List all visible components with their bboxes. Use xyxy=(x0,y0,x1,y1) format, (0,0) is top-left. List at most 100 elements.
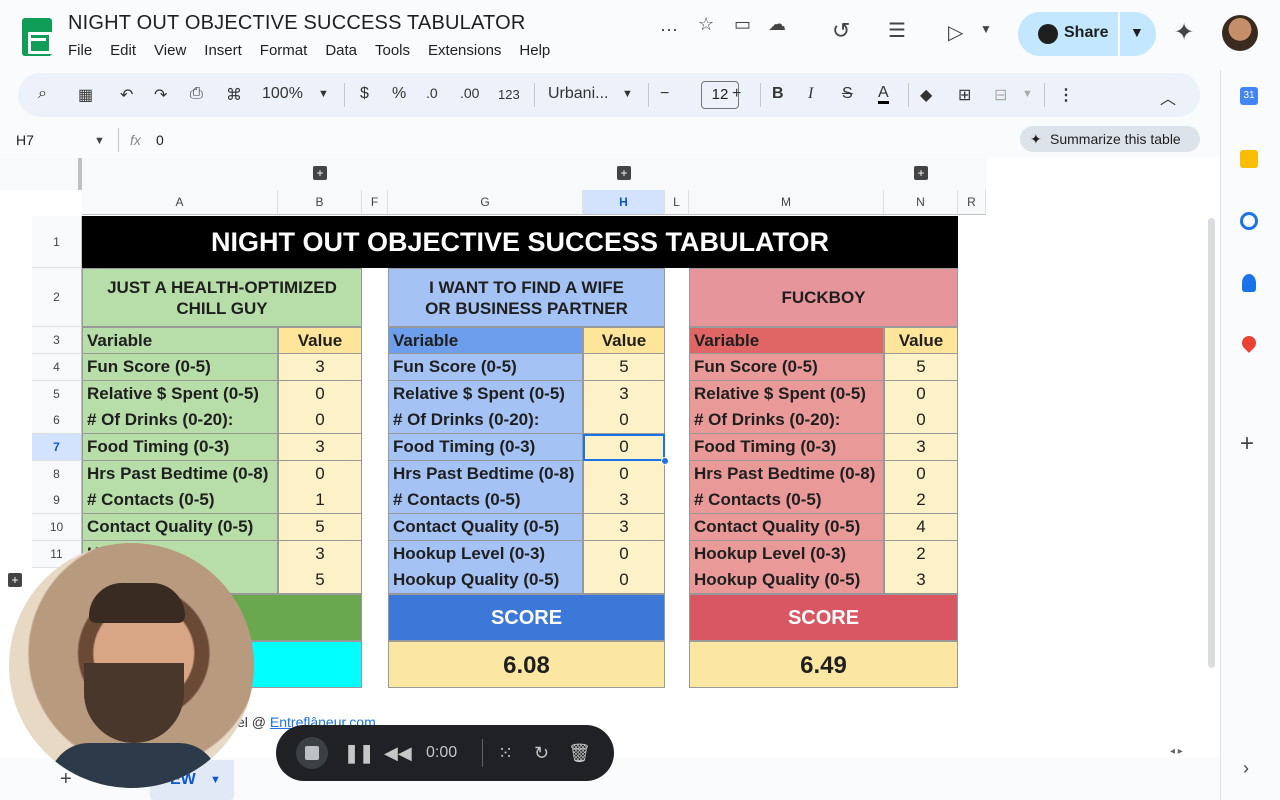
variable-cell[interactable]: Fun Score (0-5) xyxy=(689,354,884,381)
variable-cell[interactable]: Relative $ Spent (0-5) xyxy=(82,381,278,408)
value-cell[interactable]: 0 xyxy=(884,381,958,408)
value-cell[interactable]: 0 xyxy=(583,541,665,568)
variable-cell[interactable]: Hookup Level (0-3) xyxy=(388,541,583,568)
score-value[interactable]: 6.08 xyxy=(388,641,665,688)
value-cell[interactable]: 5 xyxy=(884,354,958,381)
score-label[interactable]: SCORE xyxy=(388,594,665,641)
increase-font-size-icon[interactable]: + xyxy=(732,85,741,103)
variable-cell[interactable]: Hookup Quality (0-5) xyxy=(689,567,884,594)
value-cell[interactable]: 0 xyxy=(884,407,958,434)
strikethrough-button[interactable]: S xyxy=(842,85,853,103)
decrease-font-size-icon[interactable]: − xyxy=(660,85,669,103)
undo-icon[interactable]: ↶ xyxy=(120,85,133,105)
score-value[interactable]: 6.49 xyxy=(689,641,958,688)
variable-cell[interactable]: # Contacts (0-5) xyxy=(689,487,884,514)
sheets-logo-icon[interactable] xyxy=(22,18,52,56)
row-header[interactable]: 3 xyxy=(32,327,82,354)
redo-icon[interactable]: ↷ xyxy=(154,85,167,105)
increase-decimal-button[interactable]: .00 xyxy=(460,85,479,101)
value-cell[interactable]: 3 xyxy=(278,434,362,461)
version-history-icon[interactable]: ↺ xyxy=(832,18,850,44)
value-cell[interactable]: 0 xyxy=(884,461,958,488)
variable-cell[interactable]: Contact Quality (0-5) xyxy=(388,514,583,541)
variable-cell[interactable]: # Of Drinks (0-20): xyxy=(689,407,884,434)
meet-dropdown-icon[interactable]: ▼ xyxy=(980,22,992,36)
value-cell[interactable]: 3 xyxy=(884,434,958,461)
column-header-h[interactable]: H xyxy=(583,190,665,215)
cloud-status-icon[interactable]: ☁ xyxy=(768,14,786,35)
score-label[interactable]: SCORE xyxy=(689,594,958,641)
value-header[interactable]: Value xyxy=(278,327,362,354)
variable-cell[interactable]: Fun Score (0-5) xyxy=(388,354,583,381)
variable-cell[interactable]: Contact Quality (0-5) xyxy=(689,514,884,541)
variable-header[interactable]: Variable xyxy=(82,327,278,354)
formula-input[interactable]: 0 xyxy=(156,132,164,148)
add-addon-icon[interactable]: + xyxy=(1240,430,1254,458)
row-header[interactable]: 6 xyxy=(32,407,82,434)
value-cell[interactable]: 3 xyxy=(583,514,665,541)
variable-cell[interactable]: # Of Drinks (0-20): xyxy=(388,407,583,434)
column-header-f[interactable]: F xyxy=(362,190,388,215)
variable-cell[interactable]: Contact Quality (0-5) xyxy=(82,514,278,541)
table-header-fuckboy[interactable]: FUCKBOY xyxy=(689,268,958,327)
value-cell[interactable]: 2 xyxy=(884,487,958,514)
variable-header[interactable]: Variable xyxy=(388,327,583,354)
expand-group-icon[interactable]: + xyxy=(313,166,327,180)
variable-cell[interactable]: Hrs Past Bedtime (0-8) xyxy=(82,461,278,488)
document-title[interactable]: NIGHT OUT OBJECTIVE SUCCESS TABULATOR xyxy=(68,12,526,35)
merge-cells-icon[interactable]: ⊟ xyxy=(994,85,1007,105)
expand-group-icon[interactable]: + xyxy=(914,166,928,180)
variable-cell[interactable]: Hrs Past Bedtime (0-8) xyxy=(388,461,583,488)
zoom-select[interactable]: 100% xyxy=(262,85,303,103)
percent-format-button[interactable]: % xyxy=(392,85,406,103)
calendar-icon[interactable]: 31 xyxy=(1240,87,1258,105)
sheet-banner-title[interactable]: NIGHT OUT OBJECTIVE SUCCESS TABULATOR xyxy=(82,216,958,268)
column-header-a[interactable]: A xyxy=(82,190,278,215)
value-cell[interactable]: 3 xyxy=(278,541,362,568)
text-color-button[interactable]: A xyxy=(878,85,889,104)
variable-header[interactable]: Variable xyxy=(689,327,884,354)
value-cell[interactable]: 4 xyxy=(884,514,958,541)
table-header-chill-guy[interactable]: JUST A HEALTH-OPTIMIZED CHILL GUY xyxy=(82,268,362,327)
column-header-n[interactable]: N xyxy=(884,190,958,215)
column-header-m[interactable]: M xyxy=(689,190,884,215)
variable-cell[interactable]: # Contacts (0-5) xyxy=(82,487,278,514)
menu-view[interactable]: View xyxy=(154,42,186,59)
contacts-icon[interactable] xyxy=(1242,274,1256,292)
font-dropdown-icon[interactable]: ▼ xyxy=(622,88,633,100)
variable-cell[interactable]: # Contacts (0-5) xyxy=(388,487,583,514)
value-cell[interactable]: 3 xyxy=(583,381,665,408)
value-cell[interactable]: 3 xyxy=(278,354,362,381)
keep-icon[interactable] xyxy=(1240,150,1258,168)
pause-icon[interactable]: ❚❚ xyxy=(344,743,374,764)
row-header[interactable]: 9 xyxy=(32,487,82,514)
avatar[interactable] xyxy=(1222,15,1258,51)
row-header[interactable]: 8 xyxy=(32,461,82,488)
italic-button[interactable]: I xyxy=(808,85,813,103)
variable-cell[interactable]: Fun Score (0-5) xyxy=(82,354,278,381)
share-button[interactable]: Share ▼ xyxy=(1018,12,1156,56)
value-header[interactable]: Value xyxy=(583,327,665,354)
column-header-g[interactable]: G xyxy=(388,190,583,215)
column-header-r[interactable]: R xyxy=(958,190,986,215)
menu-data[interactable]: Data xyxy=(325,42,357,59)
currency-format-button[interactable]: $ xyxy=(360,85,369,103)
select-all-corner[interactable] xyxy=(0,158,82,190)
merge-dropdown-icon[interactable]: ▼ xyxy=(1022,88,1033,100)
value-cell[interactable]: 0 xyxy=(583,567,665,594)
decrease-decimal-button[interactable]: .0 xyxy=(426,85,438,101)
column-header-l[interactable]: L xyxy=(665,190,689,215)
variable-cell[interactable]: Food Timing (0-3) xyxy=(82,434,278,461)
name-box[interactable]: H7 xyxy=(16,132,34,148)
menu-format[interactable]: Format xyxy=(260,42,308,59)
name-box-dropdown-icon[interactable]: ▼ xyxy=(94,135,105,147)
value-header[interactable]: Value xyxy=(884,327,958,354)
value-cell[interactable]: 1 xyxy=(278,487,362,514)
share-dropdown-icon[interactable]: ▼ xyxy=(1130,24,1144,40)
menu-help[interactable]: Help xyxy=(519,42,550,59)
variable-cell[interactable]: Food Timing (0-3) xyxy=(388,434,583,461)
meet-icon[interactable]: ▷ xyxy=(948,20,963,45)
menu-extensions[interactable]: Extensions xyxy=(428,42,501,59)
value-cell[interactable]: 0 xyxy=(278,381,362,408)
restart-icon[interactable]: ↻ xyxy=(534,743,549,764)
